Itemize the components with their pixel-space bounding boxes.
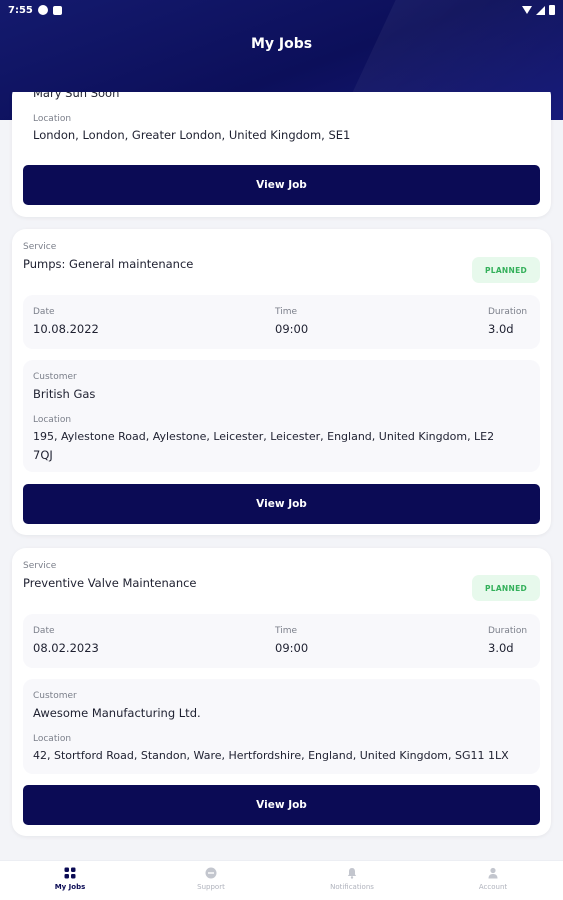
location-label: Location (33, 114, 72, 124)
duration-label: Duration (488, 626, 528, 636)
bell-icon (347, 868, 357, 879)
service-value: Preventive Valve Maintenance (23, 576, 197, 590)
status-time: 7:55 (8, 4, 33, 16)
app-notification-icon (37, 5, 48, 15)
bottom-navigation: My Jobs Support Notifications Account (0, 860, 563, 900)
view-job-button[interactable]: View Job (23, 785, 540, 825)
service-label: Service (23, 561, 57, 571)
schedule-section: Date 08.02.2023 Time 09:00 Duration 3.0d (23, 614, 540, 668)
wifi-icon (522, 6, 532, 14)
customer-section: Customer Awesome Manufacturing Ltd. Loca… (23, 679, 540, 774)
status-badge: PLANNED (472, 575, 540, 601)
schedule-section: Date 10.08.2022 Time 09:00 Duration 3.0d (23, 295, 540, 349)
view-job-button[interactable]: View Job (23, 165, 540, 205)
job-card: Service Preventive Valve Maintenance PLA… (12, 548, 551, 836)
location-label: Location (33, 734, 72, 744)
job-card: Service Pumps: General maintenance PLANN… (12, 229, 551, 535)
service-label: Service (23, 242, 57, 252)
time-value: 09:00 (275, 641, 309, 655)
nav-support[interactable]: Support (171, 867, 251, 891)
date-label: Date (33, 626, 55, 636)
nav-my-jobs[interactable]: My Jobs (30, 867, 110, 891)
signal-icon (536, 5, 545, 15)
location-value: London, London, Greater London, United K… (33, 128, 351, 142)
customer-label: Customer (33, 691, 77, 701)
jobs-list[interactable]: Mary Sun Soon Location London, London, G… (0, 92, 563, 860)
location-value: 42, Stortford Road, Standon, Ware, Hertf… (33, 749, 509, 762)
customer-label: Customer (33, 372, 77, 382)
duration-label: Duration (488, 307, 528, 317)
nav-notifications[interactable]: Notifications (312, 867, 392, 891)
nav-label: Account (478, 883, 508, 891)
status-bar: 7:55 (0, 0, 563, 20)
grid-icon (64, 867, 76, 879)
time-value: 09:00 (275, 322, 309, 336)
location-value: 195, Aylestone Road, Aylestone, Leiceste… (33, 430, 495, 443)
status-badge: PLANNED (472, 257, 540, 283)
customer-value: Awesome Manufacturing Ltd. (33, 706, 201, 720)
nav-account[interactable]: Account (453, 867, 533, 891)
time-label: Time (275, 626, 298, 636)
customer-value: Mary Sun Soon (33, 92, 120, 100)
service-value: Pumps: General maintenance (23, 257, 194, 271)
date-value: 10.08.2022 (33, 322, 99, 336)
nav-label: Notifications (330, 883, 374, 891)
page-title: My Jobs (250, 36, 313, 52)
customer-value: British Gas (33, 387, 96, 401)
nav-label: Support (197, 883, 225, 891)
location-value-continued: 7QJ (33, 448, 53, 462)
time-label: Time (275, 307, 298, 317)
duration-value: 3.0d (488, 641, 514, 655)
person-icon (488, 867, 498, 879)
job-card: Mary Sun Soon Location London, London, G… (12, 92, 551, 217)
view-job-button[interactable]: View Job (23, 484, 540, 524)
nav-label: My Jobs (54, 883, 86, 891)
customer-section: Customer British Gas Location 195, Ayles… (23, 360, 540, 472)
sim-icon (52, 5, 62, 15)
date-value: 08.02.2023 (33, 641, 99, 655)
duration-value: 3.0d (488, 322, 514, 336)
chat-icon (205, 867, 217, 879)
location-label: Location (33, 415, 72, 425)
battery-icon (549, 5, 555, 15)
date-label: Date (33, 307, 55, 317)
